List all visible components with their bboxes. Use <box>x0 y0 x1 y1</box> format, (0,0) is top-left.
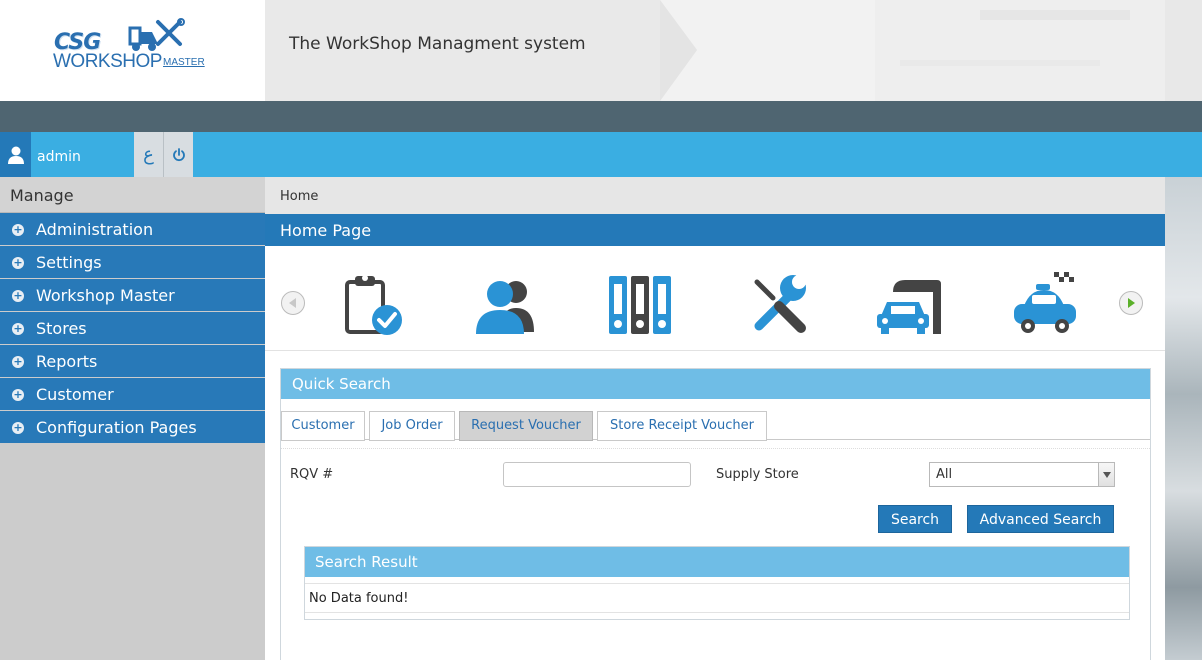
sidebar-item-label: Workshop Master <box>36 286 175 305</box>
sidebar-item-workshop-master[interactable]: + Workshop Master <box>0 279 265 311</box>
power-icon <box>172 147 185 161</box>
app-header: CSG WORKSHOP MASTER The WorkShop Managme… <box>0 0 1202 101</box>
header-divider-bar <box>0 101 1202 132</box>
logo-workshop-text: WORKSHOP <box>53 51 162 72</box>
sidebar-item-settings[interactable]: + Settings <box>0 246 265 278</box>
sidebar-item-label: Settings <box>36 253 102 272</box>
quick-search-panel: Quick Search Customer Job Order Request … <box>280 368 1151 660</box>
carousel-prev-button[interactable] <box>281 291 305 315</box>
sidebar-item-label: Administration <box>36 220 154 239</box>
quick-search-title: Quick Search <box>281 369 1150 399</box>
arrow-right-icon <box>1128 298 1135 308</box>
page-title: Home Page <box>265 214 1165 246</box>
sidebar-item-customer[interactable]: + Customer <box>0 378 265 410</box>
expand-plus-icon: + <box>12 289 24 302</box>
expand-plus-icon: + <box>12 421 24 434</box>
search-result-title: Search Result <box>305 547 1129 577</box>
background-strip-top <box>1165 0 1202 101</box>
tab-request-voucher[interactable]: Request Voucher <box>459 411 593 441</box>
user-icon <box>0 132 31 177</box>
header-decoration <box>660 0 1202 101</box>
main-content: Home Home Page Quick Search Customer Job… <box>265 177 1165 660</box>
supply-store-select[interactable]: All <box>929 462 1115 487</box>
rqv-label: RQV # <box>290 467 334 482</box>
expand-plus-icon: + <box>12 322 24 335</box>
no-data-message: No Data found! <box>305 583 1129 613</box>
search-result-panel: Search Result No Data found! <box>304 546 1130 620</box>
sidebar-item-reports[interactable]: + Reports <box>0 345 265 377</box>
sidebar-title: Manage <box>0 177 265 213</box>
tools-icon[interactable] <box>745 270 815 340</box>
app-title: The WorkShop Managment system <box>289 34 586 54</box>
supply-store-label: Supply Store <box>716 467 799 482</box>
advanced-search-button[interactable]: Advanced Search <box>967 505 1114 533</box>
tab-customer[interactable]: Customer <box>281 411 365 441</box>
logo-master-text: MASTER <box>163 57 205 68</box>
tab-job-order[interactable]: Job Order <box>369 411 455 441</box>
supply-store-value: All <box>936 467 953 482</box>
expand-plus-icon: + <box>12 355 24 368</box>
background-image-strip <box>1165 177 1202 660</box>
sidebar-item-label: Stores <box>36 319 87 338</box>
tab-store-receipt-voucher[interactable]: Store Receipt Voucher <box>597 411 767 441</box>
users-icon[interactable] <box>470 270 540 340</box>
arrow-left-icon <box>289 298 296 308</box>
sidebar-item-label: Reports <box>36 352 98 371</box>
tow-truck-logo-icon <box>128 18 185 51</box>
sidebar-item-administration[interactable]: + Administration <box>0 213 265 245</box>
expand-plus-icon: + <box>12 388 24 401</box>
car-garage-icon[interactable] <box>875 270 945 340</box>
taxi-icon[interactable] <box>1010 270 1080 340</box>
clipboard-check-icon[interactable] <box>339 270 409 340</box>
sidebar-item-configuration-pages[interactable]: + Configuration Pages <box>0 411 265 443</box>
search-button[interactable]: Search <box>878 505 952 533</box>
sidebar-item-label: Configuration Pages <box>36 418 197 437</box>
logout-button[interactable] <box>164 132 193 177</box>
user-bar: admin ع <box>0 132 1202 177</box>
quick-search-tabs: Customer Job Order Request Voucher Store… <box>281 411 1150 441</box>
breadcrumb[interactable]: Home <box>265 177 1165 214</box>
binders-icon[interactable] <box>605 270 675 340</box>
language-toggle-button[interactable]: ع <box>134 132 164 177</box>
sidebar-item-label: Customer <box>36 385 114 404</box>
chevron-down-icon <box>1098 463 1114 486</box>
username[interactable]: admin <box>37 149 81 165</box>
divider <box>281 448 1150 449</box>
rqv-input[interactable] <box>503 462 691 487</box>
carousel-next-button[interactable] <box>1119 291 1143 315</box>
sidebar-item-stores[interactable]: + Stores <box>0 312 265 344</box>
sidebar: Manage + Administration + Settings + Wor… <box>0 177 265 660</box>
expand-plus-icon: + <box>12 223 24 236</box>
shortcut-carousel <box>265 246 1165 351</box>
logo[interactable]: CSG WORKSHOP MASTER <box>0 0 265 101</box>
expand-plus-icon: + <box>12 256 24 269</box>
